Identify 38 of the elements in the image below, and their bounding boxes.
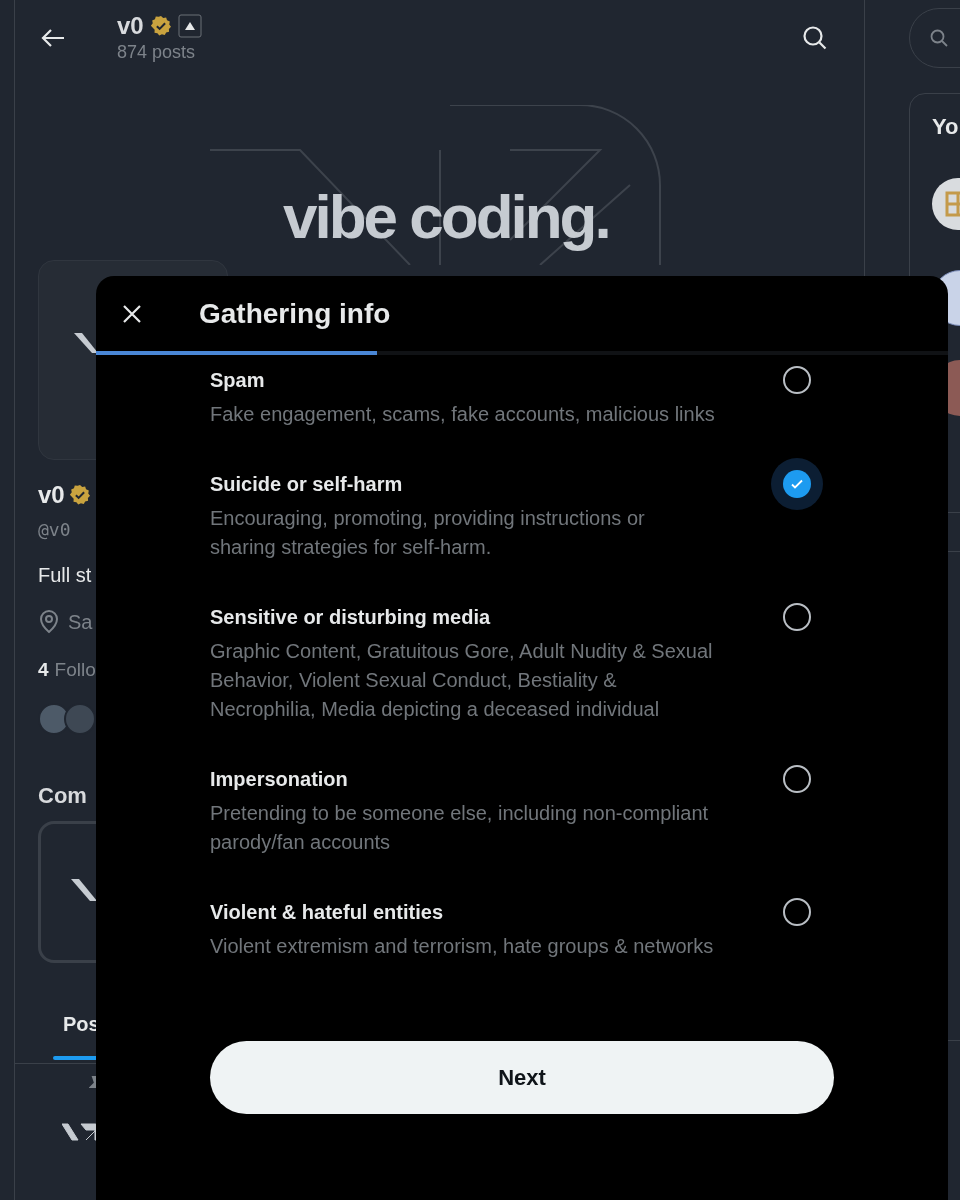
option-title: Impersonation — [210, 767, 348, 792]
dialog-title: Gathering info — [199, 296, 391, 331]
profile-bio: Full st — [38, 563, 92, 588]
close-icon[interactable] — [122, 303, 142, 324]
next-button[interactable]: Next — [210, 1041, 834, 1114]
option-title: Suicide or self-harm — [210, 472, 403, 497]
post-count: 874 posts — [117, 40, 197, 64]
followers-label[interactable]: Follo — [54, 655, 96, 685]
search-icon[interactable] — [802, 24, 828, 51]
verified-badge-icon — [68, 484, 91, 506]
option-title: Violent & hateful entities — [210, 900, 443, 925]
option-description: Encouraging, promoting, providing instructions or sharing strategies for self-harm. — [210, 506, 646, 560]
location-pin-icon — [38, 610, 60, 634]
followers-count: 4 — [38, 657, 49, 682]
option-description: Pretending to be someone else, including non-compliant parody/fan accounts — [210, 801, 710, 855]
profile-name: v0 — [38, 480, 65, 510]
radio-button[interactable] — [783, 366, 811, 394]
slash-mark-icon — [71, 879, 97, 901]
banner-headline: vibe coding. — [283, 182, 609, 252]
option-title: Spam — [210, 368, 265, 393]
radio-button[interactable] — [783, 603, 811, 631]
verified-badge-icon — [149, 14, 172, 37]
option-description: Graphic Content, Gratuitous Gore, Adult Nudity & Sexual Behavior, Violent Sexual Conduct, Bestiality & Necrophilia, Media depicting a deceased individual — [210, 639, 714, 722]
profile-handle: @v0 — [38, 518, 71, 542]
section-title: Com — [38, 782, 87, 810]
option-description: Violent extremism and terrorism, hate groups & networks — [210, 934, 714, 959]
profile-location: Sa — [68, 610, 93, 635]
radio-button[interactable] — [783, 765, 811, 793]
radio-button[interactable] — [783, 470, 811, 498]
card-title: Yo — [932, 113, 960, 141]
option-description: Fake engagement, scams, fake accounts, malicious links — [210, 402, 715, 427]
triangle-box-icon — [177, 13, 202, 38]
slash-mark-icon — [74, 333, 98, 353]
option-title: Sensitive or disturbing media — [210, 605, 491, 630]
profile-title: v0 — [117, 11, 144, 40]
back-arrow-icon[interactable] — [40, 26, 66, 49]
search-icon — [930, 29, 948, 47]
radio-button[interactable] — [783, 898, 811, 926]
